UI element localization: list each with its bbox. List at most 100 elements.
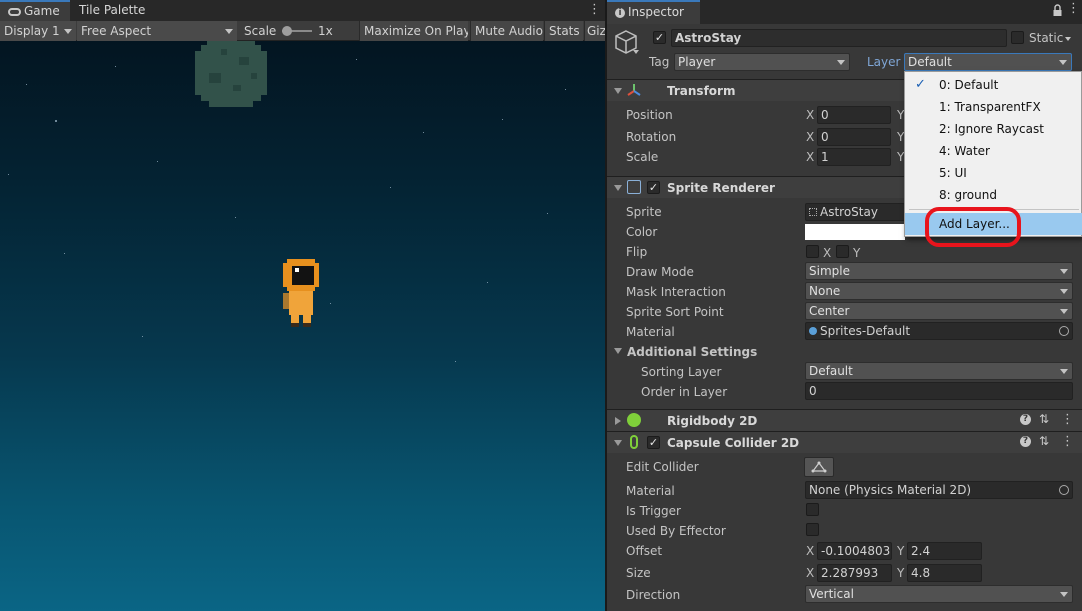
additional-settings-label[interactable]: Additional Settings [627, 345, 757, 359]
mask-interaction-label: Mask Interaction [626, 285, 726, 299]
layer-menu-item-ignore-raycast[interactable]: 2: Ignore Raycast [905, 118, 1082, 140]
kebab-menu-icon[interactable]: ⋮ [1061, 434, 1074, 449]
physics-material-field[interactable]: None (Physics Material 2D) [805, 481, 1073, 499]
direction-value: Vertical [809, 587, 854, 601]
tab-game[interactable]: Game [0, 0, 70, 21]
chevron-down-icon [1060, 369, 1068, 374]
layer-menu-item-label: 8: ground [939, 188, 997, 202]
layer-menu-item-ground[interactable]: 8: ground [905, 184, 1082, 206]
color-swatch[interactable] [805, 224, 905, 240]
tab-tile-palette[interactable]: Tile Palette [71, 0, 153, 21]
layer-menu-item-water[interactable]: 4: Water [905, 140, 1082, 162]
foldout-arrow-icon[interactable] [614, 88, 622, 94]
size-y-field[interactable]: 4.8 [907, 564, 982, 582]
object-name-input[interactable]: AstroStay [671, 29, 1007, 47]
size-label: Size [626, 566, 651, 580]
position-x-field[interactable]: 0 [817, 106, 891, 124]
gizmos-button[interactable]: Giz [584, 21, 605, 41]
foldout-arrow-icon[interactable] [614, 440, 622, 446]
physics-material-label: Material [626, 484, 675, 498]
layer-menu-item-label: 2: Ignore Raycast [939, 122, 1044, 136]
layer-menu-item-ui[interactable]: 5: UI [905, 162, 1082, 184]
preset-icon[interactable]: ⇅ [1039, 434, 1049, 448]
foldout-arrow-icon[interactable] [615, 417, 621, 425]
used-by-effector-checkbox[interactable] [806, 523, 819, 536]
tab-inspector[interactable]: i Inspector [607, 0, 700, 24]
static-checkbox[interactable] [1011, 31, 1024, 44]
sprite-sort-point-dropdown[interactable]: Center [805, 302, 1073, 320]
rigidbody-icon [627, 413, 641, 427]
object-picker-icon[interactable] [1059, 326, 1069, 336]
sprite-sort-point-value: Center [809, 304, 850, 318]
lock-icon[interactable] [1053, 4, 1062, 17]
game-viewport[interactable] [0, 41, 605, 611]
used-by-effector-label: Used By Effector [626, 524, 726, 538]
layer-menu-item-label: 4: Water [939, 144, 990, 158]
chevron-down-icon [837, 60, 845, 65]
flip-y-label: Y [853, 246, 861, 260]
kebab-menu-icon[interactable]: ⋮ [1067, 2, 1080, 16]
capsule-collider-icon [630, 435, 638, 449]
sprite-label: Sprite [626, 205, 662, 219]
rotation-x-axis: X [806, 130, 815, 144]
tab-inspector-label: Inspector [628, 5, 684, 19]
object-picker-icon[interactable] [1059, 485, 1069, 495]
mask-interaction-dropdown[interactable]: None [805, 282, 1073, 300]
foldout-arrow-icon[interactable] [614, 348, 622, 354]
foldout-arrow-icon[interactable] [614, 185, 622, 191]
is-trigger-checkbox[interactable] [806, 503, 819, 516]
active-checkbox[interactable]: ✓ [653, 31, 666, 44]
game-panel: Game Tile Palette ⋮ Display 1 Free Aspec… [0, 0, 605, 611]
layer-dropdown[interactable]: Default [904, 53, 1072, 71]
tag-label: Tag [649, 55, 670, 69]
display-dropdown[interactable]: Display 1 [0, 21, 76, 41]
aspect-dropdown-label: Free Aspect [81, 24, 152, 38]
aspect-dropdown[interactable]: Free Aspect [77, 21, 237, 41]
stats-button[interactable]: Stats [544, 21, 583, 41]
chevron-down-icon[interactable] [633, 50, 639, 54]
chevron-down-icon[interactable] [1065, 37, 1071, 41]
transform-icon [627, 83, 641, 97]
order-in-layer-label: Order in Layer [641, 385, 728, 399]
size-x-field[interactable]: 2.287993 [817, 564, 892, 582]
kebab-menu-icon[interactable]: ⋮ [1061, 412, 1074, 427]
draw-mode-dropdown[interactable]: Simple [805, 262, 1073, 280]
material-field[interactable]: Sprites-Default [805, 322, 1073, 340]
capsule-collider-enabled-checkbox[interactable]: ✓ [647, 436, 660, 449]
sprite-renderer-title: Sprite Renderer [667, 181, 775, 195]
offset-x-field[interactable]: -0.1004803 [817, 542, 892, 560]
tag-dropdown[interactable]: Player [674, 53, 850, 71]
sprite-field[interactable]: AstroStay [805, 203, 905, 221]
gamepad-icon [8, 7, 21, 16]
sorting-layer-dropdown[interactable]: Default [805, 362, 1073, 380]
sprite-renderer-enabled-checkbox[interactable]: ✓ [647, 181, 660, 194]
flip-x-checkbox[interactable] [806, 245, 819, 258]
offset-y-field[interactable]: 2.4 [907, 542, 982, 560]
size-y-axis: Y [897, 566, 905, 580]
order-in-layer-field[interactable]: 0 [805, 382, 1073, 400]
astronaut-sprite[interactable] [283, 259, 319, 327]
size-x-axis: X [806, 566, 815, 580]
layer-menu-item-default[interactable]: ✓ 0: Default [905, 74, 1082, 96]
sprite-renderer-icon [627, 180, 641, 194]
sorting-layer-value: Default [809, 364, 853, 378]
direction-dropdown[interactable]: Vertical [805, 585, 1073, 603]
scale-value: 1x [318, 24, 333, 38]
rigidbody2d-header[interactable]: Rigidbody 2D ? ⇅ ⋮ [607, 409, 1082, 431]
offset-x-axis: X [806, 544, 815, 558]
edit-collider-button[interactable] [804, 457, 834, 477]
kebab-menu-icon[interactable]: ⋮ [588, 3, 601, 17]
help-icon[interactable]: ? [1020, 414, 1031, 425]
flip-y-checkbox[interactable] [836, 245, 849, 258]
scale-slider-thumb[interactable] [282, 26, 292, 36]
maximize-on-play-button[interactable]: Maximize On Play [359, 21, 468, 41]
scale-x-field[interactable]: 1 [817, 148, 891, 166]
layer-menu-item-label: 5: UI [939, 166, 967, 180]
mute-audio-button[interactable]: Mute Audio [470, 21, 543, 41]
layer-menu-item-transparentfx[interactable]: 1: TransparentFX [905, 96, 1082, 118]
help-icon[interactable]: ? [1020, 436, 1031, 447]
chevron-down-icon [225, 29, 233, 34]
rotation-x-field[interactable]: 0 [817, 128, 891, 146]
preset-icon[interactable]: ⇅ [1039, 412, 1049, 426]
capsule-collider-header[interactable]: ✓ Capsule Collider 2D ? ⇅ ⋮ [607, 431, 1082, 453]
